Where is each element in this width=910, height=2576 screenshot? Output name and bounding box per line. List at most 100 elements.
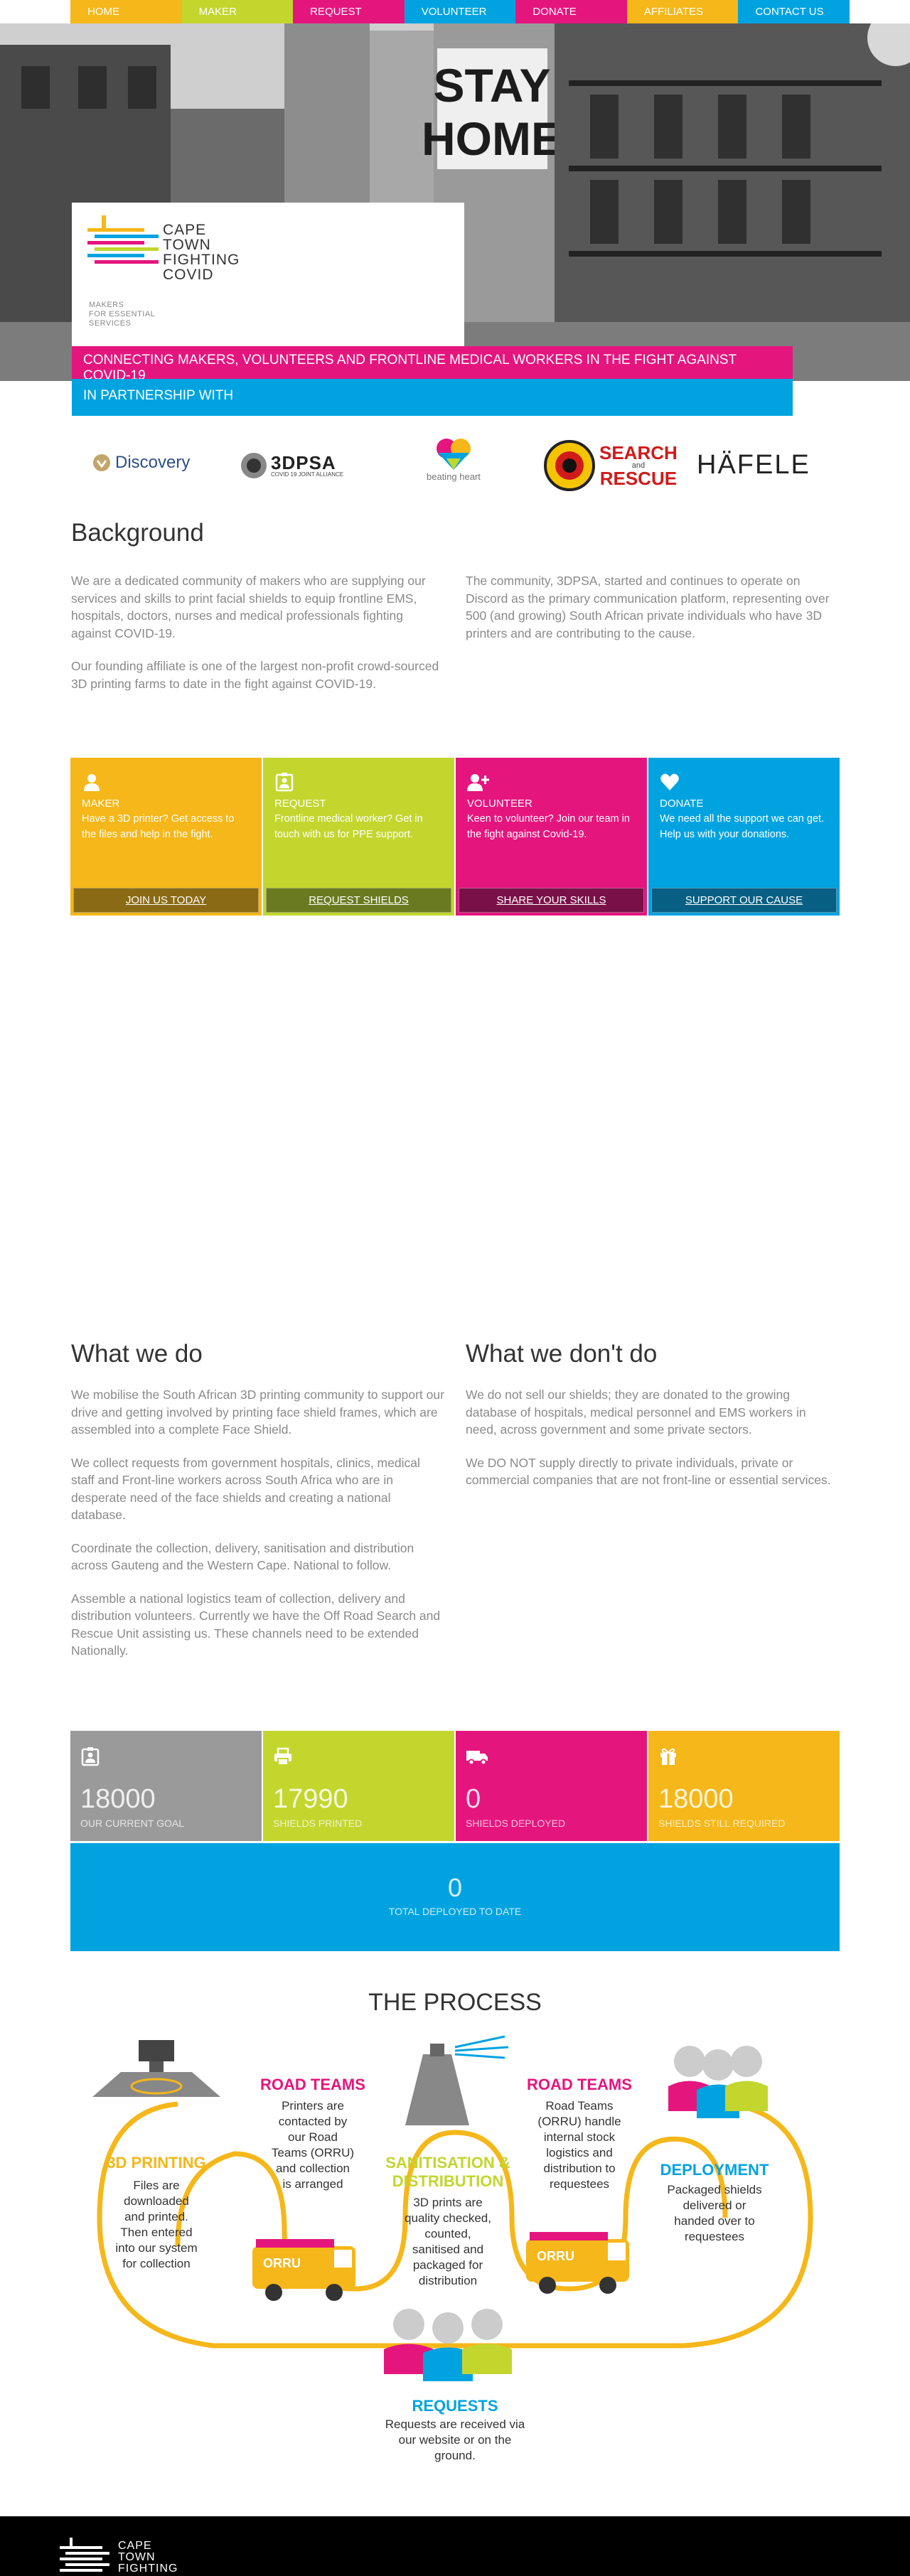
background-paragraph: The community, 3DPSA, started and contin… [466, 574, 830, 640]
card-request: REQUEST Frontline medical worker? Get in … [263, 758, 454, 916]
discovery-logo-icon [93, 454, 110, 471]
background-paragraph: We are a dedicated community of makers w… [71, 574, 426, 640]
footer-logo-title[interactable]: CAPE TOWN FIGHTING [118, 2540, 178, 2575]
process-step-sanitisation: SANITISATION & DISTRIBUTION 3D prints ar… [370, 2154, 526, 2289]
step-heading: ROAD TEAMS [527, 2076, 632, 2093]
stats-row: 18000 OUR CURRENT GOAL 17990 SHIELDS PRINTE… [70, 1731, 840, 1841]
nav-affiliates[interactable]: AFFILIATES [626, 0, 739, 23]
3dpsa-logo-icon [241, 453, 267, 478]
partner-3dpsa[interactable]: 3DPSA COVID 19 JOINT ALLIANCE [240, 451, 343, 480]
step-text: Files are downloaded and printed. Then e… [115, 2179, 198, 2270]
card-volunteer-button[interactable]: SHARE YOUR SKILLS [459, 888, 644, 913]
step-text: Packaged shields delivered or handed ove… [667, 2183, 762, 2243]
3d-printer-icon [92, 2040, 220, 2097]
slider-dot[interactable] [456, 1283, 478, 1285]
gift-icon [658, 1746, 830, 1770]
search-rescue-badge-icon [544, 440, 595, 491]
slider-dot-active[interactable] [405, 1283, 427, 1285]
step-text: Road Teams (ORRU) handle internal stock … [537, 2099, 621, 2191]
stat-shields-printed: 17990 SHIELDS PRINTED [263, 1731, 454, 1841]
site-logo[interactable]: CAPE TOWN FIGHTING COVID MAKERS FOR ESSE… [72, 203, 464, 350]
id-card-icon [274, 772, 294, 792]
card-description: Frontline medical worker? Get in touch w… [274, 813, 423, 840]
slider-dot[interactable] [482, 1283, 503, 1285]
process-step-3d-printing: 3D PRINTING Files are downloaded and pri… [92, 2154, 220, 2272]
search-label: SEARCH [599, 442, 678, 463]
step-text: 3D prints are quality checked, counted, … [405, 2196, 491, 2287]
card-title: MAKER [82, 798, 120, 810]
card-donate: DONATE We need all the support we can get… [648, 758, 840, 916]
what-we-do-paragraph: We collect requests from government hosp… [71, 1455, 420, 1523]
total-deployed-label: TOTAL DEPLOYED TO DATE [388, 1906, 522, 1917]
what-we-dont-do-paragraph: We do not sell our shields; they are don… [466, 1388, 806, 1437]
step-text: Printers are contacted by our Road Teams… [271, 2099, 355, 2191]
site-footer: CAPE TOWN FIGHTING [0, 2516, 910, 2576]
partner-hafele[interactable]: HÄFELE [697, 450, 810, 481]
process-title: THE PROCESS [368, 1989, 542, 2016]
step-heading: ROAD TEAMS [260, 2076, 365, 2093]
what-we-do-paragraph: Assemble a national logistics team of co… [71, 1591, 441, 1658]
stat-value: 18000 [80, 1784, 156, 1814]
partner-logos: Discovery 3DPSA COVID 19 JOINT ALLIANCE … [71, 430, 839, 501]
logo-subtitle: MAKERS FOR ESSENTIAL SERVICES [89, 301, 156, 328]
card-title: DONATE [660, 798, 704, 810]
beating-heart-logo-icon [436, 439, 471, 470]
rescue-label: RESCUE [599, 468, 678, 489]
nav-maker[interactable]: MAKER [181, 0, 294, 23]
hafele-label: HÄFELE [697, 450, 810, 480]
background-paragraph: Our founding affiliate is one of the lar… [71, 659, 439, 691]
card-maker: MAKER Have a 3D printer? Get access to th… [70, 758, 262, 916]
what-we-dont-do-text: We do not sell our shields; they are don… [466, 1386, 839, 1505]
3dpsa-sublabel: COVID 19 JOINT ALLIANCE [271, 471, 344, 478]
id-card-icon [80, 1746, 252, 1770]
card-maker-button[interactable]: JOIN US TODAY [73, 888, 259, 913]
nav-request[interactable]: REQUEST [293, 0, 405, 23]
tagline-band: CONNECTING MAKERS, VOLUNTEERS AND FRONTL… [72, 346, 793, 383]
process-step-requests: REQUESTS Requests are received via our w… [355, 2397, 555, 2464]
user-plus-icon [467, 772, 489, 792]
card-donate-button[interactable]: SUPPORT OUR CAUSE [651, 888, 837, 913]
nav-donate[interactable]: DONATE [515, 0, 627, 23]
partner-search-rescue[interactable]: SEARCH and RESCUE [544, 440, 678, 491]
nav-volunteer[interactable]: VOLUNTEER [404, 0, 516, 23]
what-we-do-paragraph: We mobilise the South African 3D printin… [71, 1388, 444, 1437]
logo-stripes-icon [87, 215, 159, 264]
sanitiser-spray-icon [405, 2035, 509, 2125]
stat-shields-still-required: 18000 SHIELDS STILL REQUIRED [648, 1731, 840, 1841]
step-heading: SANITISATION & DISTRIBUTION [385, 2154, 510, 2190]
van-label: ORRU [537, 2249, 574, 2263]
home-sign-text: HOME [422, 112, 562, 165]
nav-contact-us[interactable]: CONTACT US [738, 0, 850, 23]
stat-label: SHIELDS STILL REQUIRED [658, 1818, 786, 1829]
what-we-do-heading: What we do [71, 1340, 203, 1368]
card-title: REQUEST [274, 798, 326, 810]
what-we-dont-do-heading: What we don't do [466, 1340, 658, 1368]
stat-label: OUR CURRENT GOAL [80, 1818, 184, 1829]
truck-icon [466, 1746, 637, 1770]
partner-discovery[interactable]: Discovery [92, 453, 190, 473]
card-title: VOLUNTEER [467, 798, 532, 810]
slider-next-icon[interactable]: › [832, 1083, 840, 1113]
slider-dot[interactable] [431, 1283, 452, 1285]
action-cards: MAKER Have a 3D printer? Get access to th… [70, 758, 840, 916]
partner-beating-heart[interactable]: beating heart [427, 437, 481, 482]
3dpsa-label: 3DPSA [271, 451, 336, 473]
printer-icon [273, 1746, 444, 1770]
card-volunteer: VOLUNTEER Keen to volunteer? Join our tea… [456, 758, 647, 916]
workshop-photo [0, 877, 910, 1304]
slider-prev-icon[interactable]: ‹ [57, 1083, 65, 1113]
discovery-label: Discovery [115, 453, 191, 472]
background-right: The community, 3DPSA, started and contin… [466, 572, 839, 658]
total-deployed-value: 0 [447, 1873, 463, 1902]
stat-our-current-goal: 18000 OUR CURRENT GOAL [70, 1731, 262, 1841]
logo-title: CAPE TOWN FIGHTING COVID [163, 222, 240, 283]
van-label: ORRU [263, 2256, 301, 2270]
what-we-do-text: We mobilise the South African 3D printin… [71, 1386, 444, 1675]
nav-home[interactable]: HOME [70, 0, 182, 23]
background-heading: Background [71, 519, 204, 547]
card-request-button[interactable]: REQUEST SHIELDS [266, 888, 451, 913]
process-step-deployment: DEPLOYMENT Packaged shields delivered or… [647, 2161, 782, 2245]
stat-value: 0 [466, 1784, 481, 1814]
user-icon [82, 772, 102, 792]
process-step-road-teams-1: ROAD TEAMS Printers are contacted by our… [249, 2076, 377, 2192]
